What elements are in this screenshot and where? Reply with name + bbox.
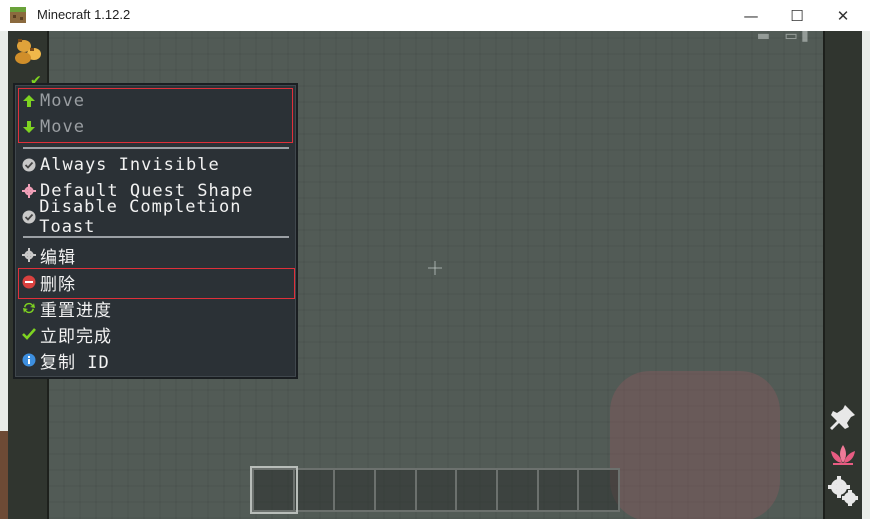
gear-icon <box>21 247 37 263</box>
copy-id-label: 复制 ID <box>40 352 110 373</box>
info-icon <box>21 352 37 368</box>
disable-completion-toast-label: Disable Completion Toast <box>39 197 242 237</box>
hotbar-slot[interactable] <box>295 470 336 510</box>
minecraft-icon <box>10 7 26 23</box>
disable-completion-toast-item[interactable]: Disable Completion Toast <box>21 197 296 237</box>
edit-label: 编辑 <box>40 247 76 268</box>
close-button[interactable]: ✕ <box>820 0 866 31</box>
menu-divider <box>23 147 289 149</box>
window-border-right <box>862 31 870 519</box>
delete-item[interactable]: 删除 <box>21 270 76 295</box>
gear-pink-icon <box>21 183 37 199</box>
hotbar <box>252 468 620 512</box>
title-bar: Minecraft 1.12.2 — ☐ ✕ <box>0 0 870 31</box>
lotus-icon[interactable] <box>827 439 859 471</box>
edit-item[interactable]: 编辑 <box>21 243 76 268</box>
hotbar-slot[interactable] <box>417 470 458 510</box>
crosshair-icon <box>428 261 442 275</box>
always-invisible-item[interactable]: Always Invisible <box>21 153 220 177</box>
game-viewport[interactable]: ▬ ▭▮ ✔ Move Move Always Invisible Defaul… <box>0 31 870 519</box>
reset-progress-label: 重置进度 <box>40 300 112 321</box>
hotbar-slot[interactable] <box>539 470 580 510</box>
settings-gears-icon[interactable] <box>827 475 859 507</box>
hotbar-slot[interactable] <box>335 470 377 510</box>
window-title: Minecraft 1.12.2 <box>37 7 131 22</box>
hotbar-selection <box>250 466 298 514</box>
complete-now-item[interactable]: 立即完成 <box>21 322 112 347</box>
hotbar-slot[interactable] <box>376 470 417 510</box>
copy-id-item[interactable]: 复制 ID <box>21 348 110 373</box>
maximize-button[interactable]: ☐ <box>774 0 820 31</box>
quest-context-menu: Move Move Always Invisible Default Quest… <box>13 83 298 379</box>
reset-progress-item[interactable]: 重置进度 <box>21 296 112 321</box>
menu-divider <box>23 236 289 238</box>
check-icon <box>21 326 37 342</box>
pin-icon[interactable] <box>827 401 859 433</box>
hotbar-slot[interactable] <box>498 470 539 510</box>
delete-label: 删除 <box>40 274 76 295</box>
complete-now-label: 立即完成 <box>40 326 112 347</box>
minus-circle-icon <box>21 274 37 290</box>
hotbar-slot[interactable] <box>457 470 499 510</box>
minimize-button[interactable]: — <box>728 0 774 31</box>
hotbar-slot[interactable] <box>579 470 618 510</box>
background-blob <box>610 371 780 519</box>
chapter-icon[interactable] <box>12 37 44 67</box>
check-circle-icon <box>21 157 37 173</box>
always-invisible-label: Always Invisible <box>40 155 220 175</box>
move-highlight-box <box>18 88 293 143</box>
refresh-icon <box>21 300 37 316</box>
check-circle-icon <box>21 209 36 225</box>
